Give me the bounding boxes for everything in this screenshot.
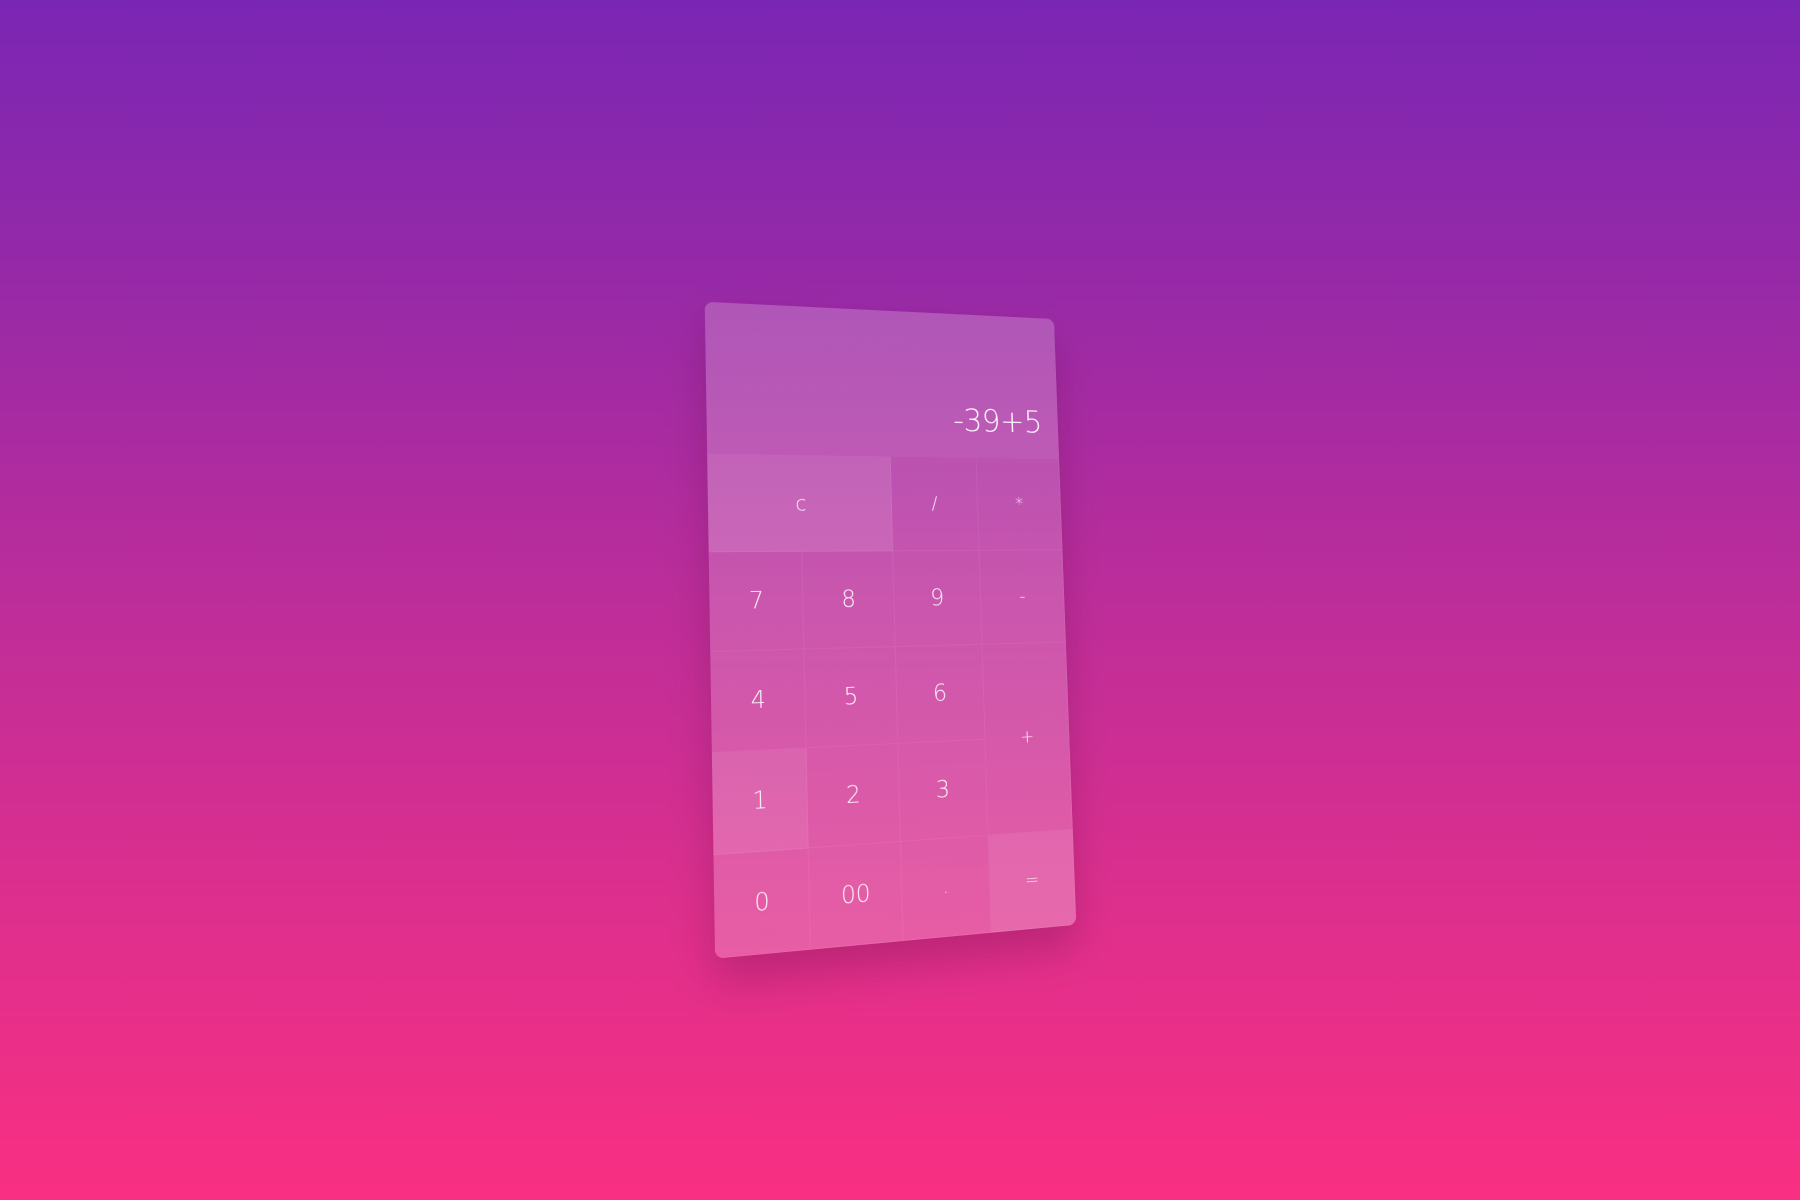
- digit-5-button[interactable]: 5: [804, 647, 898, 749]
- minus-button[interactable]: -: [979, 550, 1066, 645]
- digit-2-button[interactable]: 2: [806, 743, 901, 849]
- digit-3-button[interactable]: 3: [897, 739, 989, 842]
- double-zero-button[interactable]: 00: [808, 841, 904, 950]
- plus-button[interactable]: +: [982, 642, 1073, 836]
- digit-4-button[interactable]: 4: [710, 649, 807, 754]
- digit-1-button[interactable]: 1: [711, 748, 809, 856]
- digit-6-button[interactable]: 6: [895, 644, 986, 744]
- digit-8-button[interactable]: 8: [802, 551, 896, 650]
- digit-9-button[interactable]: 9: [892, 550, 983, 648]
- digit-0-button[interactable]: 0: [713, 848, 812, 959]
- multiply-button[interactable]: *: [976, 457, 1063, 551]
- decimal-button[interactable]: .: [900, 835, 992, 942]
- digit-7-button[interactable]: 7: [708, 551, 805, 653]
- display-expression: -39+5: [952, 401, 1043, 441]
- divide-button[interactable]: /: [890, 456, 980, 552]
- clear-button[interactable]: c: [707, 453, 893, 553]
- calculator-keypad: c / * 7 8 9 - 4 5 6 + 1 2 3 0 00 . =: [707, 453, 1077, 959]
- stage: -39+5 c / * 7 8 9 - 4 5 6 + 1 2 3 0 00 .…: [0, 0, 1800, 1200]
- calculator: -39+5 c / * 7 8 9 - 4 5 6 + 1 2 3 0 00 .…: [704, 301, 1077, 959]
- equals-button[interactable]: =: [988, 829, 1077, 933]
- calculator-display: -39+5: [704, 301, 1060, 460]
